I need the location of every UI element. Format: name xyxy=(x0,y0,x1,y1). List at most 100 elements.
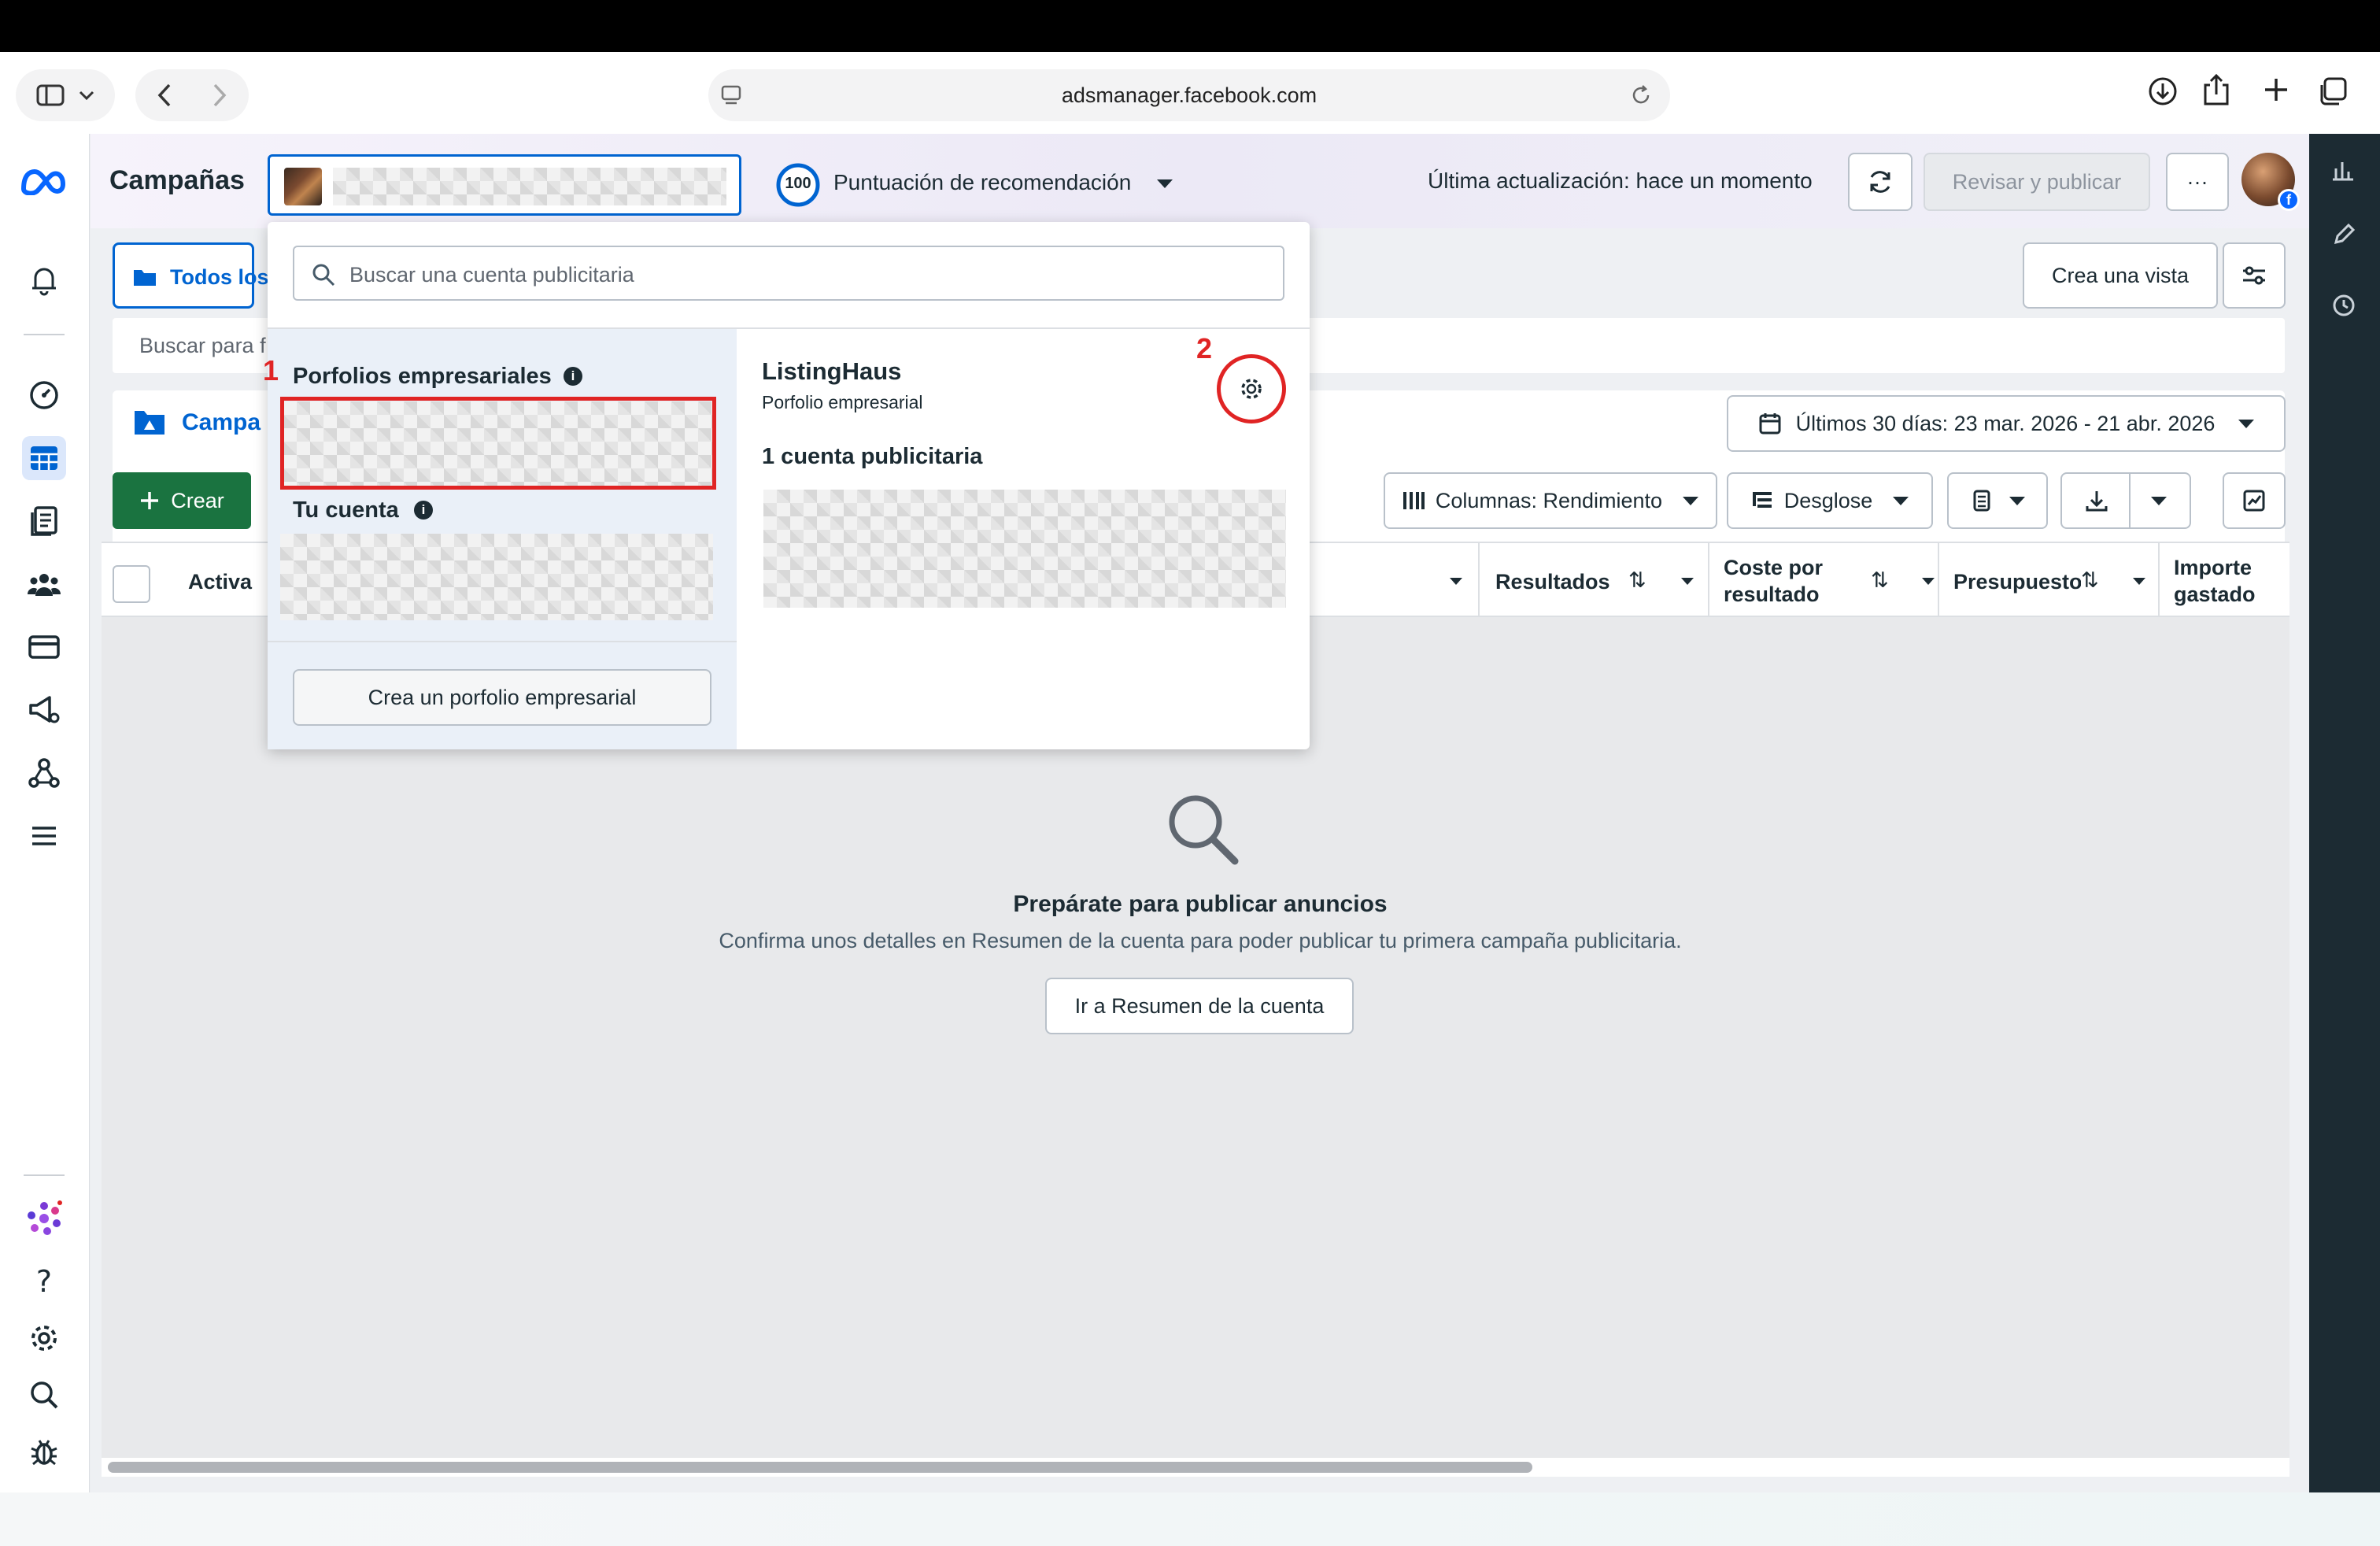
date-range-label: Últimos 30 días: 23 mar. 2026 - 21 abr. … xyxy=(1795,411,2216,435)
bottom-background xyxy=(0,1492,2380,1546)
stack-icon xyxy=(1970,489,1992,512)
empty-state-description: Confirma unos detalles en Resumen de la … xyxy=(719,929,1682,952)
table-icon xyxy=(28,444,60,472)
back-button[interactable] xyxy=(157,83,172,108)
forward-button[interactable] xyxy=(212,83,227,108)
document-icon xyxy=(29,505,59,537)
history-nav xyxy=(135,69,249,121)
redacted-personal-account[interactable] xyxy=(280,534,713,620)
search-nav[interactable] xyxy=(22,1373,66,1417)
all-tools-nav[interactable] xyxy=(22,814,66,858)
ads-settings-nav[interactable] xyxy=(22,688,66,732)
overview-nav[interactable] xyxy=(22,373,66,417)
create-campaign-button[interactable]: Crear xyxy=(113,472,251,529)
billing-nav[interactable] xyxy=(22,625,66,669)
reload-icon[interactable] xyxy=(1629,83,1653,107)
col-cost-line1[interactable]: Coste por xyxy=(1724,556,1823,580)
col-cost-line2[interactable]: resultado xyxy=(1724,583,1820,607)
caret-down-icon[interactable] xyxy=(1450,578,1462,585)
review-publish-button[interactable]: Revisar y publicar xyxy=(1924,153,2150,211)
question-icon: ? xyxy=(35,1264,53,1299)
chevron-down-icon xyxy=(79,91,94,100)
info-icon[interactable]: i xyxy=(564,367,582,386)
charts-button[interactable] xyxy=(2223,472,2286,529)
settings-nav[interactable] xyxy=(22,1316,66,1360)
campaigns-tab[interactable]: Campa xyxy=(182,409,261,436)
portfolio-settings-gear-icon[interactable] xyxy=(1239,376,1264,401)
empty-search-icon xyxy=(1162,789,1241,867)
history-icon[interactable] xyxy=(2331,293,2356,318)
all-campaigns-filter[interactable]: Todos los xyxy=(113,242,269,309)
refresh-button[interactable] xyxy=(1848,153,1913,211)
help-nav[interactable]: ? xyxy=(22,1259,66,1304)
events-nav[interactable] xyxy=(22,751,66,795)
breakdown-label: Desglose xyxy=(1783,488,1873,512)
sort-icon[interactable]: ⇅ xyxy=(1871,568,1889,593)
audiences-nav[interactable] xyxy=(22,562,66,606)
col-spent-line2[interactable]: gastado xyxy=(2174,583,2256,607)
reports-nav[interactable] xyxy=(22,499,66,543)
download-dropdown[interactable] xyxy=(2060,472,2191,529)
caret-down-icon xyxy=(1683,496,1699,505)
ad-account-search-input[interactable]: Buscar una cuenta publicitaria xyxy=(293,246,1284,301)
create-view-button[interactable]: Crea una vista xyxy=(2023,242,2218,309)
score-label[interactable]: Puntuación de recomendación xyxy=(833,170,1131,195)
report-bug-nav[interactable] xyxy=(22,1429,66,1474)
search-icon xyxy=(28,1379,60,1411)
col-active[interactable]: Activa xyxy=(188,570,252,594)
people-icon xyxy=(27,571,61,597)
go-to-account-overview-button[interactable]: Ir a Resumen de la cuenta xyxy=(1045,978,1354,1034)
bar-chart-icon[interactable] xyxy=(2331,157,2356,183)
portfolio-list: Porfolios empresariales i Tu cuenta i Cr… xyxy=(268,329,737,749)
breakdown-dropdown[interactable]: Desglose xyxy=(1727,472,1933,529)
create-portfolio-button[interactable]: Crea un porfolio empresarial xyxy=(293,669,711,726)
caret-down-icon[interactable] xyxy=(2133,578,2145,585)
campaigns-nav[interactable] xyxy=(22,436,66,480)
caret-down-icon[interactable] xyxy=(1157,179,1173,188)
tabs-overview-icon[interactable] xyxy=(2317,76,2349,107)
horizontal-scrollbar[interactable] xyxy=(108,1462,1532,1473)
ad-accounts-count: 1 cuenta publicitaria xyxy=(762,444,983,469)
col-results[interactable]: Resultados xyxy=(1495,570,1610,594)
col-budget[interactable]: Presupuesto xyxy=(1953,570,2081,594)
export-reports-dropdown[interactable] xyxy=(1947,472,2048,529)
nav-divider xyxy=(24,334,65,335)
facebook-badge-icon: f xyxy=(2278,189,2300,211)
portfolio-type: Porfolio empresarial xyxy=(762,392,923,412)
sidebar-icon xyxy=(36,83,65,107)
new-tab-icon[interactable] xyxy=(2262,76,2290,104)
caret-down-icon xyxy=(2009,496,2025,505)
sort-icon[interactable]: ⇅ xyxy=(1628,568,1646,593)
caret-down-icon[interactable] xyxy=(1681,578,1694,585)
info-icon[interactable]: i xyxy=(414,501,433,520)
edit-icon[interactable] xyxy=(2331,222,2356,247)
col-spent-line1[interactable]: Importe xyxy=(2174,556,2252,580)
meta-logo-icon[interactable] xyxy=(19,167,68,195)
section-divider xyxy=(268,641,737,642)
score-value: 100 xyxy=(785,175,811,192)
refresh-icon xyxy=(1866,168,1894,196)
portfolio-name: ListingHaus xyxy=(762,357,902,385)
account-avatar xyxy=(284,168,322,205)
view-settings-button[interactable] xyxy=(2223,242,2286,309)
gauge-icon xyxy=(28,379,60,411)
redacted-ad-account[interactable] xyxy=(763,490,1286,608)
more-options-button[interactable]: ··· xyxy=(2166,153,2229,211)
account-selector[interactable] xyxy=(268,154,741,216)
meta-ai-nav[interactable] xyxy=(22,1196,66,1241)
columns-label: Columnas: Rendimiento xyxy=(1435,488,1663,512)
menu-icon xyxy=(30,824,58,848)
sidebar-toggle-button[interactable] xyxy=(16,69,115,121)
column-divider xyxy=(1708,543,1709,619)
caret-down-icon[interactable] xyxy=(1922,578,1935,585)
score-badge[interactable]: 100 xyxy=(775,162,821,208)
select-all-checkbox[interactable] xyxy=(113,565,150,603)
share-icon[interactable] xyxy=(2202,72,2230,107)
address-bar[interactable]: adsmanager.facebook.com xyxy=(708,69,1670,121)
notifications-nav[interactable] xyxy=(22,258,66,302)
date-range-picker[interactable]: Últimos 30 días: 23 mar. 2026 - 21 abr. … xyxy=(1727,395,2286,452)
sort-icon[interactable]: ⇅ xyxy=(2081,568,2099,593)
caret-down-icon xyxy=(2151,496,2167,505)
columns-dropdown[interactable]: Columnas: Rendimiento xyxy=(1384,472,1717,529)
downloads-icon[interactable] xyxy=(2147,76,2179,107)
